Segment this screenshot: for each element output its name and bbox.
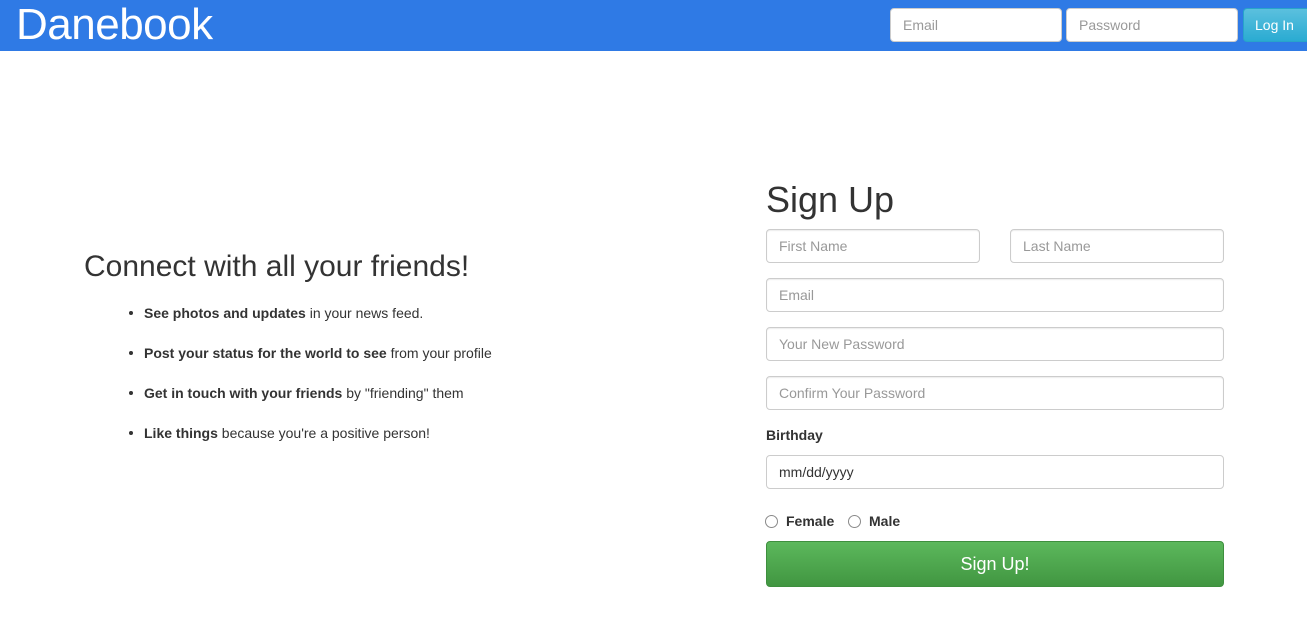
feature-bold-text: Like things — [144, 425, 218, 441]
feature-item: Get in touch with your friends by "frien… — [128, 382, 492, 422]
feature-item: See photos and updates in your news feed… — [128, 302, 492, 342]
bullet-icon — [129, 311, 133, 315]
birthday-label: Birthday — [766, 427, 823, 443]
male-label[interactable]: Male — [869, 511, 900, 531]
male-radio[interactable] — [848, 515, 861, 528]
confirm-password-input[interactable] — [766, 376, 1224, 410]
feature-bold-text: Get in touch with your friends — [144, 385, 343, 401]
feature-text: in your news feed. — [305, 305, 424, 321]
bullet-icon — [129, 351, 133, 355]
feature-bold-text: Post your status for the world to see — [144, 345, 387, 361]
first-name-input[interactable] — [766, 229, 980, 263]
promo-title: Connect with all your friends! — [84, 250, 470, 283]
feature-text: by "friending" them — [342, 385, 464, 401]
new-password-input[interactable] — [766, 327, 1224, 361]
last-name-input[interactable] — [1010, 229, 1224, 263]
feature-text: because you're a positive person! — [217, 425, 430, 441]
signup-submit-button[interactable]: Sign Up! — [766, 541, 1224, 587]
feature-list: See photos and updates in your news feed… — [128, 302, 492, 462]
feature-item: Post your status for the world to see fr… — [128, 342, 492, 382]
login-email-input[interactable] — [890, 8, 1062, 42]
female-label[interactable]: Female — [786, 511, 834, 531]
feature-item: Like things because you're a positive pe… — [128, 422, 492, 462]
signup-email-input[interactable] — [766, 278, 1224, 312]
birthday-date-input[interactable]: mm/dd/yyyy — [766, 455, 1224, 489]
brand-logo[interactable]: Danebook — [16, 1, 213, 49]
bullet-icon — [129, 391, 133, 395]
feature-text: from your profile — [386, 345, 492, 361]
signup-title: Sign Up — [766, 179, 895, 220]
feature-bold-text: See photos and updates — [144, 305, 306, 321]
top-navbar: Danebook Log In — [0, 0, 1307, 51]
login-button[interactable]: Log In — [1243, 8, 1307, 42]
login-password-input[interactable] — [1066, 8, 1238, 42]
bullet-icon — [129, 431, 133, 435]
female-radio[interactable] — [765, 515, 778, 528]
